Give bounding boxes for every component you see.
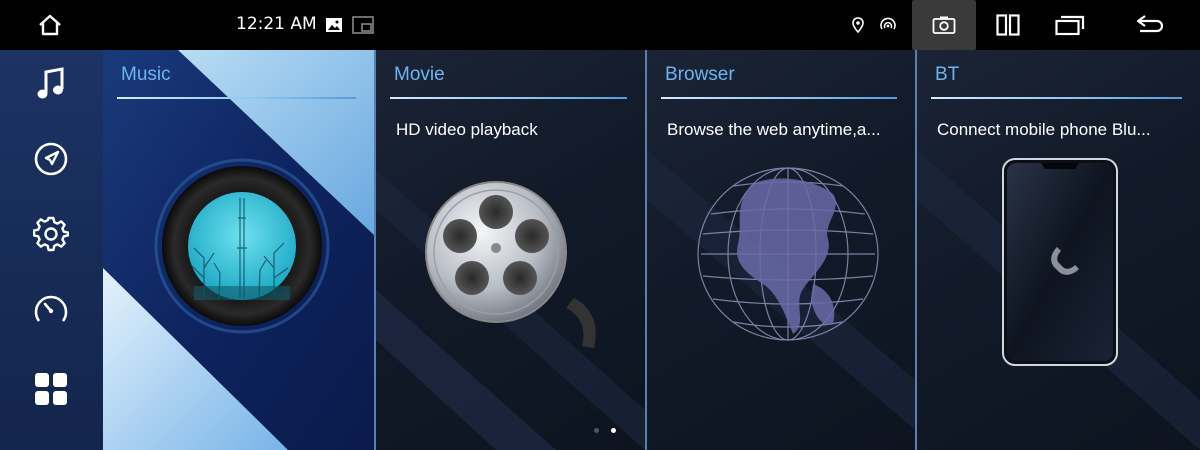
clock-time: 12:21 AM bbox=[236, 14, 317, 34]
status-bar: 12:21 AM bbox=[0, 0, 1200, 50]
globe-icon bbox=[697, 167, 879, 341]
music-title-underline bbox=[117, 97, 356, 99]
page-indicator bbox=[594, 428, 616, 433]
page-dot-active[interactable] bbox=[611, 428, 616, 433]
music-card[interactable]: Music bbox=[103, 50, 374, 450]
music-title: Music bbox=[121, 64, 171, 85]
movie-card[interactable]: Movie HD video playback bbox=[376, 50, 645, 450]
back-icon[interactable] bbox=[1128, 0, 1172, 50]
bt-title: BT bbox=[935, 64, 960, 85]
side-dock bbox=[0, 50, 103, 450]
movie-title-underline bbox=[390, 97, 627, 99]
bt-title-underline bbox=[931, 97, 1182, 99]
film-reel-icon bbox=[425, 181, 596, 348]
album-art-disc bbox=[154, 158, 330, 334]
bt-description: Connect mobile phone Blu... bbox=[937, 120, 1151, 139]
smartphone-icon bbox=[1002, 158, 1118, 366]
split-screen-icon[interactable] bbox=[988, 0, 1028, 50]
browser-description: Browse the web anytime,a... bbox=[667, 120, 881, 139]
image-icon bbox=[322, 0, 346, 50]
bt-card[interactable]: BT Connect mobile phone Blu... bbox=[917, 50, 1200, 450]
camera-icon[interactable] bbox=[912, 0, 976, 50]
picture-in-picture-icon bbox=[350, 0, 376, 50]
hotspot-icon bbox=[876, 0, 900, 50]
browser-title: Browser bbox=[665, 64, 735, 85]
navigation-icon[interactable] bbox=[26, 134, 76, 184]
browser-title-underline bbox=[661, 97, 897, 99]
apps-grid-icon[interactable] bbox=[26, 364, 76, 414]
settings-gear-icon[interactable] bbox=[26, 209, 76, 259]
location-icon bbox=[848, 0, 868, 50]
browser-card[interactable]: Browser Browse the web anytime,a... bbox=[647, 50, 915, 450]
music-note-icon[interactable] bbox=[26, 59, 76, 109]
home-icon[interactable] bbox=[28, 0, 72, 50]
page-dot[interactable] bbox=[594, 428, 599, 433]
movie-title: Movie bbox=[394, 64, 445, 85]
movie-description: HD video playback bbox=[396, 120, 538, 139]
speedometer-icon[interactable] bbox=[26, 284, 76, 334]
recent-apps-icon[interactable] bbox=[1048, 0, 1092, 50]
